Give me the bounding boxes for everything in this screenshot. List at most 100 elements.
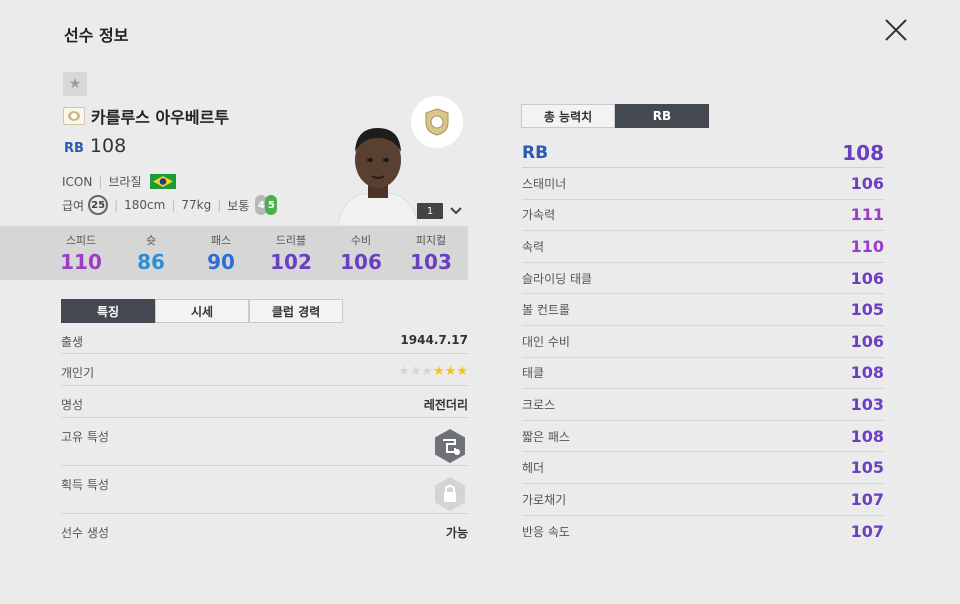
attribute-row: 태클 108 <box>522 358 884 390</box>
attribute-value: 107 <box>850 521 884 541</box>
tab-club-history[interactable]: 클럽 경력 <box>249 299 343 323</box>
attribute-row: 가속력 111 <box>522 200 884 232</box>
attribute-label: 가로채기 <box>522 492 567 507</box>
player-name: 카를루스 아우베르투 <box>91 108 230 127</box>
star-icon: ★ <box>421 364 434 379</box>
weight: 77kg <box>181 198 212 212</box>
info-row-unique-trait: 고유 특성 <box>61 418 468 466</box>
stat-value: 102 <box>270 250 312 274</box>
enhance-level[interactable]: 1 <box>417 203 463 219</box>
stat-label: 패스 <box>210 234 232 247</box>
attribute-row: 헤더 105 <box>522 452 884 484</box>
star-icon: ★ <box>433 364 445 379</box>
enhance-number: 1 <box>417 203 443 219</box>
attribute-row: 속력 110 <box>522 231 884 263</box>
attribute-position: RB <box>522 142 549 163</box>
attribute-label: 크로스 <box>522 397 556 412</box>
create-label: 선수 생성 <box>61 526 109 540</box>
acquired-trait-label: 획득 특성 <box>61 478 109 492</box>
separator: | <box>171 198 176 212</box>
position-label: RB <box>64 141 84 156</box>
attribute-label: 태클 <box>522 366 545 381</box>
foot-rating: 4 5 <box>255 195 278 215</box>
unique-trait-label: 고유 특성 <box>61 430 109 444</box>
summary-stat: 슛 86 <box>116 226 186 280</box>
attribute-label: 짧은 패스 <box>522 429 570 444</box>
stat-label: 피지컬 <box>415 234 447 247</box>
fame-value: 레전더리 <box>423 398 468 412</box>
pay-label: 급여 <box>62 198 85 213</box>
attribute-row: 볼 컨트롤 105 <box>522 294 884 326</box>
attribute-value: 105 <box>850 300 884 320</box>
attribute-value: 106 <box>850 268 884 288</box>
nation-label: 브라질 <box>108 175 142 189</box>
overall-value: 108 <box>89 135 127 157</box>
attribute-label: 속력 <box>522 239 545 254</box>
chevron-down-icon[interactable] <box>449 204 463 218</box>
stat-label: 슛 <box>145 234 157 247</box>
height: 180cm <box>124 198 166 212</box>
player-name-row: 카를루스 아우베르투 <box>63 104 229 128</box>
lock-icon[interactable] <box>432 476 468 512</box>
attribute-row: 크로스 103 <box>522 389 884 421</box>
skill-moves-label: 개인기 <box>61 366 95 380</box>
summary-stat: 패스 90 <box>186 226 256 280</box>
stat-label: 수비 <box>350 234 372 247</box>
tab-features[interactable]: 특징 <box>61 299 155 323</box>
icon-season-badge <box>63 107 85 125</box>
player-portrait <box>337 128 419 226</box>
attribute-row: 대인 수비 106 <box>522 326 884 358</box>
star-icon: ★ <box>409 364 422 379</box>
info-row-fame: 명성 레전더리 <box>61 386 468 418</box>
attribute-tabs: 총 능력치 RB <box>521 104 709 128</box>
skill-stars: ★★★★★★ <box>398 364 468 379</box>
attribute-value: 108 <box>850 363 884 383</box>
icon-class-emblem <box>411 96 463 148</box>
summary-stat: 피지컬 103 <box>396 226 466 280</box>
tab-total-stats[interactable]: 총 능력치 <box>521 104 615 128</box>
attribute-label: 가속력 <box>522 208 556 223</box>
separator: | <box>114 198 119 212</box>
pay-badge: 25 <box>88 195 109 215</box>
brazil-flag-icon <box>149 174 176 189</box>
stat-value: 86 <box>137 250 165 274</box>
close-icon[interactable] <box>882 16 910 44</box>
attribute-value: 107 <box>850 489 884 509</box>
favorite-star-icon[interactable]: ★ <box>63 72 87 96</box>
unique-trait-icon[interactable] <box>432 428 468 464</box>
stat-value: 90 <box>207 250 235 274</box>
attribute-value: 108 <box>850 426 884 446</box>
star-icon: ★ <box>456 364 468 379</box>
attribute-value: 110 <box>850 236 884 256</box>
stat-label: 스피드 <box>65 234 97 247</box>
star-icon: ★ <box>398 364 410 379</box>
attribute-label: 헤더 <box>522 461 545 476</box>
info-list: 출생 1944.7.17 개인기 ★★★★★★ 명성 레전더리 고유 특성 획득… <box>61 323 468 546</box>
attribute-header: RB 108 <box>522 138 884 168</box>
body-type: 보통 <box>227 198 250 213</box>
stat-value: 103 <box>410 250 452 274</box>
attribute-list: 스태미너 106 가속력 111 속력 110 슬라이딩 태클 106 볼 컨트롤 105 대인 수… <box>522 168 884 547</box>
info-row-skill-moves: 개인기 ★★★★★★ <box>61 354 468 386</box>
tab-position-rb[interactable]: RB <box>615 104 709 128</box>
attribute-row: 반응 속도 107 <box>522 516 884 548</box>
attribute-value: 111 <box>850 205 884 225</box>
stat-label: 드리블 <box>275 234 307 247</box>
stat-value: 110 <box>60 250 102 274</box>
tab-price[interactable]: 시세 <box>155 299 249 323</box>
attribute-row: 스태미너 106 <box>522 168 884 200</box>
birth-value: 1944.7.17 <box>400 333 468 347</box>
attribute-label: 슬라이딩 태클 <box>522 271 593 286</box>
stat-value: 106 <box>340 250 382 274</box>
attribute-row: 짧은 패스 108 <box>522 421 884 453</box>
info-row-birth: 출생 1944.7.17 <box>61 323 468 354</box>
info-tabs: 특징 시세 클럽 경력 <box>61 299 343 323</box>
position-ovr: RB 108 <box>64 135 126 157</box>
summary-stat: 드리블 102 <box>256 226 326 280</box>
separator: | <box>217 198 222 212</box>
info-row-acquired-trait: 획득 특성 <box>61 466 468 514</box>
attribute-value: 103 <box>850 394 884 414</box>
summary-stat: 스피드 110 <box>46 226 116 280</box>
create-value: 가능 <box>445 526 468 540</box>
summary-stats: 스피드 110 슛 86 패스 90 드리블 102 수비 106 피지컬 103 <box>0 226 468 280</box>
